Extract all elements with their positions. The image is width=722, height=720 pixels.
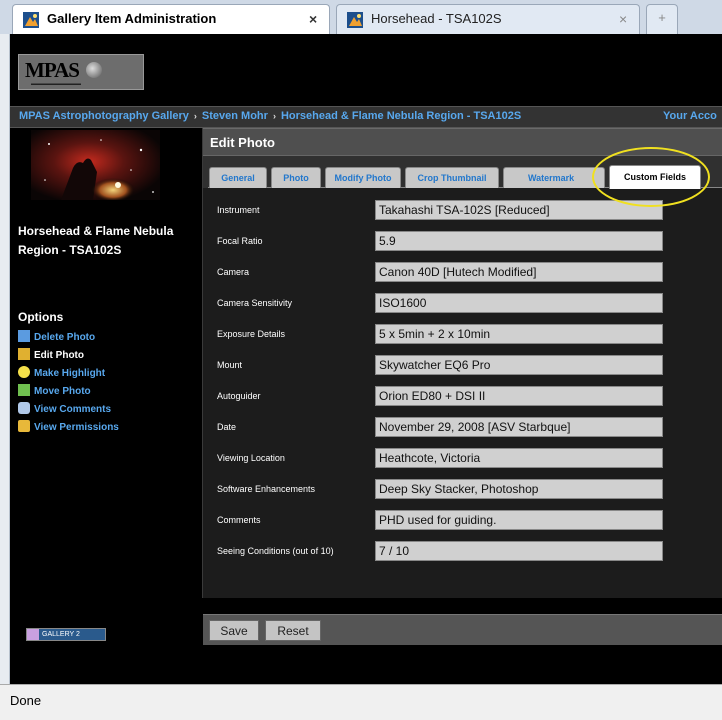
gallery-favicon-icon: [23, 12, 39, 28]
custom-field-row: Exposure Details 5 x 5min + 2 x 10min: [217, 324, 717, 346]
custom-field-row: Mount Skywatcher EQ6 Pro: [217, 355, 717, 377]
camera-field[interactable]: Canon 40D [Hutech Modified]: [375, 262, 663, 282]
field-label: Comments: [217, 515, 261, 525]
option-label: Make Highlight: [34, 368, 106, 379]
comments-icon: [18, 402, 30, 414]
tab-modify-photo[interactable]: Modify Photo: [325, 167, 401, 188]
view-permissions-link[interactable]: View Permissions: [18, 420, 119, 436]
reset-button[interactable]: Reset: [265, 620, 321, 641]
browser-tab-gallery-admin[interactable]: Gallery Item Administration ×: [12, 4, 330, 34]
logo-globe-icon: [86, 62, 103, 78]
new-tab-button[interactable]: +: [646, 4, 678, 34]
custom-field-row: Focal Ratio 5.9: [217, 231, 717, 253]
save-button[interactable]: Save: [209, 620, 259, 641]
gallery2-badge[interactable]: GALLERY 2: [26, 628, 106, 641]
move-photo-link[interactable]: Move Photo: [18, 384, 91, 400]
your-account-link[interactable]: Your Acco: [663, 110, 717, 122]
tab-watermark[interactable]: Watermark: [503, 167, 605, 188]
field-label: Autoguider: [217, 391, 261, 401]
tab-general[interactable]: General: [209, 167, 267, 188]
close-tab-icon[interactable]: ×: [309, 11, 317, 27]
custom-field-row: Viewing Location Heathcote, Victoria: [217, 448, 717, 470]
make-highlight-link[interactable]: Make Highlight: [18, 366, 105, 382]
window-left-border: [0, 34, 10, 684]
delete-photo-link[interactable]: Delete Photo: [18, 330, 95, 346]
focal-ratio-field[interactable]: 5.9: [375, 231, 663, 251]
tab-crop-thumbnail[interactable]: Crop Thumbnail: [405, 167, 499, 188]
autoguider-field[interactable]: Orion ED80 + DSI II: [375, 386, 663, 406]
option-label: Edit Photo: [34, 350, 84, 361]
view-comments-link[interactable]: View Comments: [18, 402, 111, 418]
seeing-conditions-field[interactable]: 7 / 10: [375, 541, 663, 561]
field-label: Seeing Conditions (out of 10): [217, 546, 334, 556]
viewing-location-field[interactable]: Heathcote, Victoria: [375, 448, 663, 468]
field-label: Instrument: [217, 205, 260, 215]
edit-photo-panel: Edit Photo General Photo Modify Photo Cr…: [202, 128, 722, 645]
breadcrumb-user-link[interactable]: Steven Mohr: [202, 110, 268, 122]
option-label: Move Photo: [34, 386, 91, 397]
field-label: Camera Sensitivity: [217, 298, 293, 308]
breadcrumb-bar: MPAS Astrophotography Gallery › Steven Moh…: [10, 106, 722, 128]
browser-tab-bar: Gallery Item Administration × Horsehead …: [0, 0, 722, 35]
photo-thumbnail[interactable]: [31, 130, 160, 200]
tab-custom-fields[interactable]: Custom Fields: [609, 165, 701, 189]
site-logo-text: MPAS: [25, 58, 80, 82]
instrument-field[interactable]: Takahashi TSA-102S [Reduced]: [375, 200, 663, 220]
browser-tab-horsehead[interactable]: Horsehead - TSA102S ×: [336, 4, 640, 34]
custom-field-row: Seeing Conditions (out of 10) 7 / 10: [217, 541, 717, 563]
edit-photo-icon: [18, 348, 30, 360]
options-heading: Options: [18, 310, 64, 324]
camera-sensitivity-field[interactable]: ISO1600: [375, 293, 663, 313]
mount-field[interactable]: Skywatcher EQ6 Pro: [375, 355, 663, 375]
field-label: Focal Ratio: [217, 236, 263, 246]
move-photo-icon: [18, 384, 30, 396]
form-actions: Save Reset: [203, 614, 722, 645]
gallery-page: MPAS ▬▬▬▬▬▬▬▬▬▬ MPAS Astrophotography Ga…: [10, 34, 722, 684]
custom-field-row: Comments PHD used for guiding.: [217, 510, 717, 532]
option-label: View Permissions: [34, 422, 119, 433]
gallery2-badge-text: GALLERY 2: [42, 631, 80, 638]
lock-icon: [18, 420, 30, 432]
custom-field-row: Camera Canon 40D [Hutech Modified]: [217, 262, 717, 284]
browser-tab-title: Horsehead - TSA102S: [371, 11, 502, 26]
custom-field-row: Software Enhancements Deep Sky Stacker, …: [217, 479, 717, 501]
field-label: Viewing Location: [217, 453, 285, 463]
custom-field-row: Autoguider Orion ED80 + DSI II: [217, 386, 717, 408]
gallery-favicon-icon: [347, 12, 363, 28]
close-tab-icon[interactable]: ×: [619, 11, 627, 27]
option-label: View Comments: [34, 404, 112, 415]
exposure-details-field[interactable]: 5 x 5min + 2 x 10min: [375, 324, 663, 344]
custom-field-row: Instrument Takahashi TSA-102S [Reduced]: [217, 200, 717, 222]
browser-status-bar: Done: [0, 684, 722, 720]
breadcrumb: MPAS Astrophotography Gallery › Steven Moh…: [19, 110, 521, 122]
breadcrumb-separator: ›: [193, 111, 197, 121]
field-label: Mount: [217, 360, 243, 370]
delete-photo-icon: [18, 330, 30, 342]
field-label: Software Enhancements: [217, 484, 316, 494]
site-logo[interactable]: MPAS ▬▬▬▬▬▬▬▬▬▬: [18, 54, 144, 90]
breadcrumb-gallery-link[interactable]: MPAS Astrophotography Gallery: [19, 110, 189, 122]
browser-tab-title: Gallery Item Administration: [47, 11, 217, 26]
gallery2-logo-icon: [27, 629, 39, 640]
custom-field-row: Camera Sensitivity ISO1600: [217, 293, 717, 315]
field-label: Date: [217, 422, 237, 432]
edit-photo-link[interactable]: Edit Photo: [18, 348, 84, 364]
breadcrumb-photo-link[interactable]: Horsehead & Flame Nebula Region - TSA102…: [281, 110, 521, 122]
logo-tagline-art: ▬▬▬▬▬▬▬▬▬▬: [31, 81, 81, 87]
tab-photo[interactable]: Photo: [271, 167, 321, 188]
software-enhancements-field[interactable]: Deep Sky Stacker, Photoshop: [375, 479, 663, 499]
field-label: Exposure Details: [217, 329, 286, 339]
custom-field-row: Date November 29, 2008 [ASV Starbque]: [217, 417, 717, 439]
page-title: Edit Photo: [203, 128, 722, 156]
option-label: Delete Photo: [34, 332, 96, 343]
lightbulb-icon: [18, 366, 30, 378]
date-field[interactable]: November 29, 2008 [ASV Starbque]: [375, 417, 663, 437]
breadcrumb-separator: ›: [272, 111, 276, 121]
field-label: Camera: [217, 267, 250, 277]
photo-title: Horsehead & Flame Nebula Region - TSA102…: [18, 224, 174, 257]
comments-field[interactable]: PHD used for guiding.: [375, 510, 663, 530]
